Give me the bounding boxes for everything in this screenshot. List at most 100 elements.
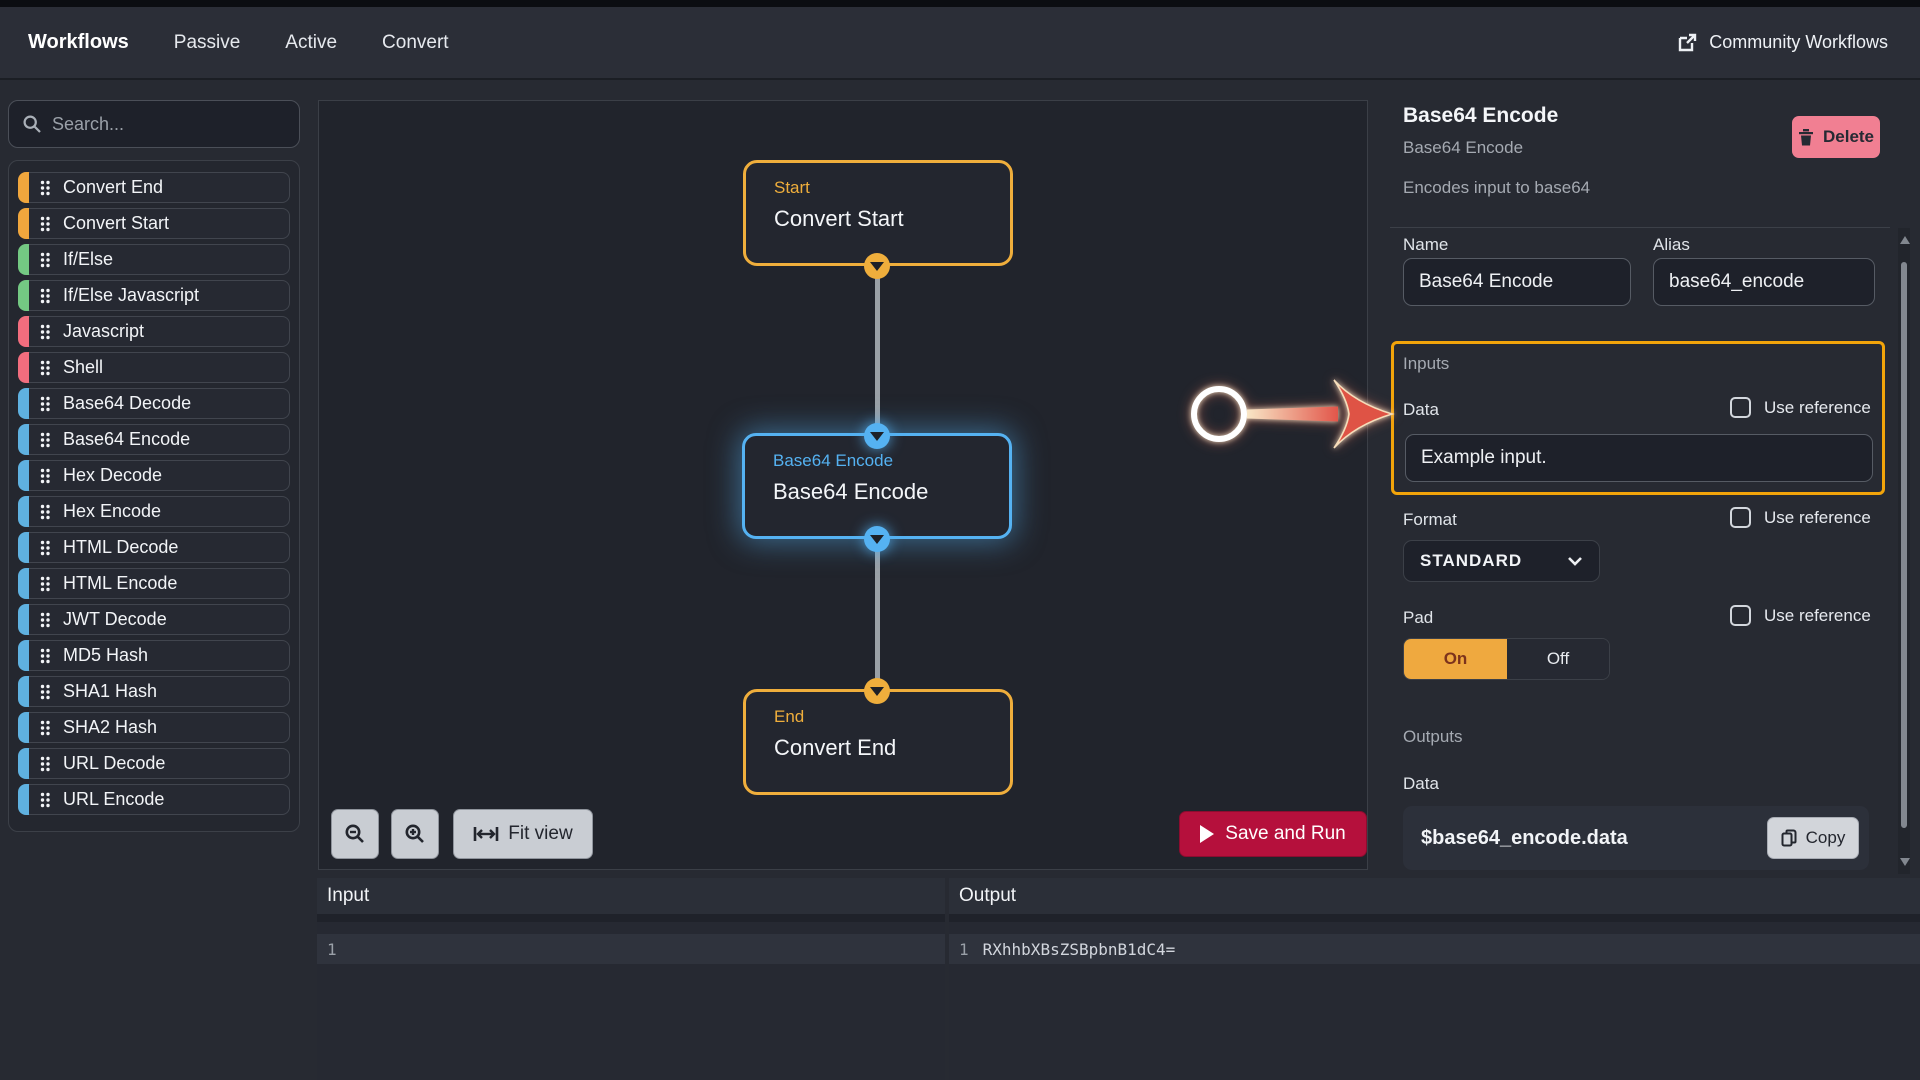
sidebar-item-jwt-decode[interactable]: JWT Decode bbox=[18, 604, 290, 635]
zoom-out-icon bbox=[345, 824, 364, 843]
node-list: Convert End Convert Start If/Else If/Else J… bbox=[8, 160, 300, 832]
fit-view-button[interactable]: Fit view bbox=[453, 809, 593, 859]
port-end-input[interactable] bbox=[864, 678, 890, 704]
node-type-label: Start bbox=[774, 178, 810, 197]
node-type-label: End bbox=[774, 707, 805, 726]
node-name-label: Base64 Encode bbox=[773, 479, 929, 504]
sidebar-item-label: SHA1 Hash bbox=[63, 681, 158, 701]
zoom-out-button[interactable] bbox=[331, 809, 379, 859]
alias-field[interactable]: base64_encode bbox=[1653, 258, 1875, 306]
input-editor-line[interactable]: 1 bbox=[317, 934, 945, 964]
drag-handle-icon bbox=[40, 252, 50, 267]
drag-handle-icon bbox=[40, 756, 50, 771]
line-number: 1 bbox=[959, 939, 969, 959]
pad-label: Pad bbox=[1403, 608, 1434, 627]
name-field[interactable]: Base64 Encode bbox=[1403, 258, 1631, 306]
drag-handle-icon bbox=[40, 540, 50, 555]
sidebar-item-convert-start[interactable]: Convert Start bbox=[18, 208, 290, 239]
fit-view-icon bbox=[473, 827, 499, 841]
community-workflows-link[interactable]: Community Workflows bbox=[1677, 32, 1888, 53]
page-title: Workflows bbox=[28, 31, 129, 53]
scroll-up-arrow[interactable] bbox=[1900, 236, 1910, 244]
port-start-output[interactable] bbox=[864, 253, 890, 279]
item-color-tab bbox=[18, 280, 29, 311]
node-convert-start[interactable]: Start Convert Start bbox=[743, 160, 1013, 266]
sidebar-item-base64-encode[interactable]: Base64 Encode bbox=[18, 424, 290, 455]
use-reference-label: Use reference bbox=[1764, 507, 1871, 527]
sidebar-item-url-decode[interactable]: URL Decode bbox=[18, 748, 290, 779]
item-color-tab bbox=[18, 352, 29, 383]
drag-handle-icon bbox=[40, 612, 50, 627]
sidebar-item-sha1-hash[interactable]: SHA1 Hash bbox=[18, 676, 290, 707]
sidebar-item-javascript[interactable]: Javascript bbox=[18, 316, 290, 347]
sidebar-item-shell[interactable]: Shell bbox=[18, 352, 290, 383]
copy-button[interactable]: Copy bbox=[1767, 817, 1859, 859]
pad-off-option[interactable]: Off bbox=[1507, 639, 1609, 679]
drag-handle-icon bbox=[40, 432, 50, 447]
pad-on-option[interactable]: On bbox=[1404, 639, 1507, 679]
sidebar-item-label: Convert Start bbox=[63, 213, 170, 233]
scrollbar-thumb[interactable] bbox=[1901, 262, 1907, 828]
copy-label: Copy bbox=[1805, 828, 1846, 847]
sidebar-item-label: MD5 Hash bbox=[63, 645, 149, 665]
sidebar-item-if-else[interactable]: If/Else bbox=[18, 244, 290, 275]
item-body: Shell bbox=[29, 352, 290, 383]
port-encode-input[interactable] bbox=[864, 423, 890, 449]
outputs-section-label: Outputs bbox=[1403, 727, 1463, 746]
item-color-tab bbox=[18, 244, 29, 275]
inspector-description: Encodes input to base64 bbox=[1403, 178, 1591, 197]
nav-active[interactable]: Active bbox=[285, 32, 337, 54]
output-editor-line[interactable]: 1 RXhhbXBsZSBpbnB1dC4= bbox=[949, 934, 1920, 964]
delete-button[interactable]: Delete bbox=[1792, 116, 1880, 158]
search-box[interactable] bbox=[8, 100, 300, 148]
item-color-tab bbox=[18, 460, 29, 491]
node-convert-end[interactable]: End Convert End bbox=[743, 689, 1013, 795]
sidebar-item-convert-end[interactable]: Convert End bbox=[18, 172, 290, 203]
sidebar-item-md5-hash[interactable]: MD5 Hash bbox=[18, 640, 290, 671]
sidebar-item-label: JWT Decode bbox=[63, 609, 167, 629]
nav-convert[interactable]: Convert bbox=[382, 32, 449, 54]
format-use-reference-checkbox[interactable] bbox=[1730, 507, 1751, 528]
port-encode-output[interactable] bbox=[864, 526, 890, 552]
data-field[interactable]: Example input. bbox=[1405, 434, 1873, 482]
sidebar-item-base64-decode[interactable]: Base64 Decode bbox=[18, 388, 290, 419]
format-value: STANDARD bbox=[1420, 551, 1523, 570]
item-body: MD5 Hash bbox=[29, 640, 290, 671]
drag-handle-icon bbox=[40, 468, 50, 483]
item-body: Convert Start bbox=[29, 208, 290, 239]
item-body: URL Decode bbox=[29, 748, 290, 779]
item-color-tab bbox=[18, 748, 29, 779]
sidebar-item-url-encode[interactable]: URL Encode bbox=[18, 784, 290, 815]
zoom-in-button[interactable] bbox=[391, 809, 439, 859]
pad-use-reference-checkbox[interactable] bbox=[1730, 605, 1751, 626]
sidebar-item-hex-encode[interactable]: Hex Encode bbox=[18, 496, 290, 527]
sidebar-item-hex-decode[interactable]: Hex Decode bbox=[18, 460, 290, 491]
save-and-run-button[interactable]: Save and Run bbox=[1179, 811, 1367, 857]
workflow-canvas[interactable]: Start Convert Start Base64 Encode Base64… bbox=[318, 100, 1368, 870]
item-body: Base64 Encode bbox=[29, 424, 290, 455]
drag-handle-icon bbox=[40, 180, 50, 195]
pad-use-reference: Use reference bbox=[1730, 605, 1871, 626]
sidebar-item-label: HTML Encode bbox=[63, 573, 178, 593]
drag-handle-icon bbox=[40, 648, 50, 663]
output-panel-title: Output bbox=[959, 885, 1017, 906]
name-label: Name bbox=[1403, 235, 1449, 254]
data-use-reference-checkbox[interactable] bbox=[1730, 397, 1751, 418]
item-body: Javascript bbox=[29, 316, 290, 347]
sidebar-item-sha2-hash[interactable]: SHA2 Hash bbox=[18, 712, 290, 743]
chevron-down-icon bbox=[1568, 557, 1582, 566]
sidebar-item-html-encode[interactable]: HTML Encode bbox=[18, 568, 290, 599]
inspector-scrollbar[interactable] bbox=[1898, 228, 1910, 874]
sidebar-item-label: SHA2 Hash bbox=[63, 717, 158, 737]
format-dropdown[interactable]: STANDARD bbox=[1403, 540, 1600, 582]
sidebar-item-html-decode[interactable]: HTML Decode bbox=[18, 532, 290, 563]
sidebar-item-if-else-javascript[interactable]: If/Else Javascript bbox=[18, 280, 290, 311]
sidebar-item-label: If/Else Javascript bbox=[63, 285, 200, 305]
edge-encode-to-end bbox=[875, 538, 880, 691]
node-name-label: Convert Start bbox=[774, 206, 904, 231]
search-input[interactable] bbox=[52, 113, 272, 135]
item-body: If/Else Javascript bbox=[29, 280, 290, 311]
scroll-down-arrow[interactable] bbox=[1900, 858, 1910, 866]
nav-passive[interactable]: Passive bbox=[174, 32, 241, 54]
sidebar-item-label: URL Encode bbox=[63, 789, 165, 809]
